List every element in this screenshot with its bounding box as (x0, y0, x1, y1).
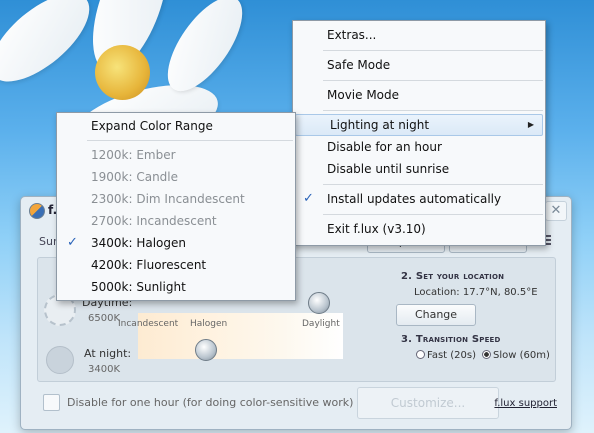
slow-radio[interactable]: Slow (60m) (482, 350, 550, 361)
menu-item-disable-hour[interactable]: Disable for an hour (293, 136, 545, 158)
daytime-value: 6500K (88, 313, 121, 324)
tick-label-daylight: Daylight (302, 319, 340, 329)
submenu-item-ember[interactable]: 1200k: Ember (57, 144, 295, 166)
submenu-item-halogen-label: 3400k: Halogen (91, 236, 187, 250)
menu-item-disable-sunrise[interactable]: Disable until sunrise (293, 158, 545, 180)
submenu-arrow-icon: ▶ (527, 120, 534, 129)
submenu-item-halogen[interactable]: ✓ 3400k: Halogen (57, 232, 295, 254)
daytime-slider-knob[interactable] (308, 292, 330, 314)
menu-item-install-updates-label: Install updates automatically (327, 192, 502, 206)
menu-item-movie-mode[interactable]: Movie Mode (293, 84, 545, 106)
disable-hour-text: Disable for one hour (for doing color-se… (67, 396, 354, 409)
menu-item-exit[interactable]: Exit f.lux (v3.10) (293, 218, 545, 240)
tick-label-incandescent: Incandescent (118, 319, 179, 329)
menu-item-extras[interactable]: Extras... (293, 24, 545, 46)
menu-separator (87, 140, 293, 141)
checkmark-icon: ✓ (303, 191, 314, 206)
location-text: Location: 17.7°N, 80.5°E (414, 287, 538, 298)
submenu-item-candle[interactable]: 1900k: Candle (57, 166, 295, 188)
night-slider-knob[interactable] (195, 339, 217, 361)
flower-petal (0, 0, 104, 98)
tick-label-halogen: Halogen (190, 319, 228, 329)
menu-item-lighting-label: Lighting at night (330, 118, 430, 132)
menu-item-install-updates[interactable]: ✓ Install updates automatically (293, 188, 545, 210)
moon-icon (46, 346, 74, 374)
submenu-item-dim-incandescent[interactable]: 2300k: Dim Incandescent (57, 188, 295, 210)
context-menu: Extras... Safe Mode Movie Mode Lighting … (292, 20, 546, 246)
change-location-button[interactable]: Change (396, 304, 476, 326)
menu-separator (323, 50, 543, 51)
customize-button[interactable]: Customize... (357, 387, 499, 419)
menu-item-lighting-at-night[interactable]: Lighting at night ▶ (295, 114, 543, 136)
submenu-item-sunlight[interactable]: 5000k: Sunlight (57, 276, 295, 298)
fast-radio-label: Fast (20s) (427, 350, 477, 361)
lighting-submenu: Expand Color Range 1200k: Ember 1900k: C… (56, 112, 296, 301)
submenu-item-incandescent[interactable]: 2700k: Incandescent (57, 210, 295, 232)
menu-separator (323, 110, 543, 111)
menu-separator (323, 80, 543, 81)
flux-app-icon (29, 203, 45, 219)
menu-item-safe-mode[interactable]: Safe Mode (293, 54, 545, 76)
radio-dot-selected-icon (482, 350, 491, 359)
slow-radio-label: Slow (60m) (493, 350, 550, 361)
flux-support-link[interactable]: f.lux support (494, 398, 557, 409)
radio-dot-icon (416, 350, 425, 359)
close-button[interactable]: ✕ (545, 201, 567, 221)
disable-hour-checkbox[interactable] (43, 394, 60, 411)
night-label: At night: (84, 347, 132, 360)
location-heading: 2. Set your location (401, 271, 505, 282)
fast-radio[interactable]: Fast (20s) (416, 350, 476, 361)
night-value: 3400K (88, 364, 121, 375)
submenu-item-fluorescent[interactable]: 4200k: Fluorescent (57, 254, 295, 276)
checkmark-icon: ✓ (67, 235, 78, 250)
menu-separator (323, 184, 543, 185)
menu-separator (323, 214, 543, 215)
transition-speed-heading: 3. Transition Speed (401, 334, 501, 345)
submenu-item-expand-color-range[interactable]: Expand Color Range (57, 115, 295, 137)
flower-center (95, 45, 150, 100)
